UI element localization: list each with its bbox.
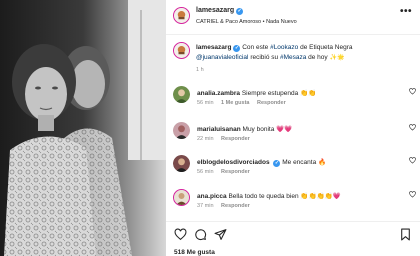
comment: marialuisanan Muy bonita 💗💗 22 min Respo… [166,122,420,152]
caption-text-4: de hoy [308,54,328,61]
caption-avatar[interactable] [173,42,190,59]
comment-bubble-icon[interactable] [194,228,207,241]
comment-likes[interactable]: 1 Me gusta [221,100,249,106]
likes-count[interactable]: 518 Me gusta [174,249,215,256]
post-image[interactable] [0,0,166,256]
caption-username[interactable]: lamesazarg [196,44,231,51]
reply-button[interactable]: Responder [221,169,250,175]
comment-text: Muy bonita 💗💗 [242,126,293,133]
caption-timestamp[interactable]: 1 h [196,67,204,73]
comment: ana.picca Bella todo te queda bien 👏👏👏👏💗… [166,189,420,219]
verified-badge-icon: ✓ [236,8,244,15]
comment-time[interactable]: 56 min [197,169,214,175]
commenter-avatar[interactable] [173,86,190,103]
caption-text: lamesazarg ✓ Con este #Lookazo de Etiquet… [196,43,406,63]
author-username[interactable]: lamesazarg ✓ [196,7,244,15]
comment-time[interactable]: 37 min [197,203,214,209]
verified-badge-icon: ✓ [233,45,241,52]
caption-text-3: recibió su [250,54,279,61]
reply-button[interactable]: Responder [221,203,250,209]
like-comment-heart-icon[interactable] [409,124,416,131]
post-panel: lamesazarg ✓ CATRIEL & Paco Amoroso • Nad… [166,0,420,256]
commenter-avatar[interactable] [173,122,190,139]
commenter-avatar[interactable] [173,155,190,172]
comment-username[interactable]: elblogdelosdivorciados [197,159,270,166]
like-comment-heart-icon[interactable] [409,88,416,95]
post-actions [166,221,420,247]
post-header: lamesazarg ✓ CATRIEL & Paco Amoroso • Nad… [166,0,420,35]
comment-text: Bella todo te queda bien 👏👏👏👏💗 [228,193,341,200]
like-comment-heart-icon[interactable] [409,157,416,164]
caption-emojis: ✨🌟 [329,55,345,61]
comment-username[interactable]: ana.picca [197,193,227,200]
comment-username[interactable]: marialuisanan [197,126,241,133]
more-options-button[interactable]: ••• [400,6,412,17]
comment-username[interactable]: analia.zambra [197,90,240,97]
hashtag-mesaza[interactable]: #Mesaza [280,54,306,61]
share-paper-plane-icon[interactable] [214,228,227,241]
commenter-avatar[interactable] [173,189,190,206]
save-bookmark-icon[interactable] [399,228,412,241]
comment-time[interactable]: 22 min [197,136,214,142]
comment-text: Me encanta 🔥 [282,159,327,166]
reply-button[interactable]: Responder [257,100,286,106]
mention-juanaviale[interactable]: @juanavialeoficial [196,54,249,61]
audio-track-link[interactable]: CATRIEL & Paco Amoroso • Nada Nuevo [196,19,297,25]
comment-time[interactable]: 56 min [197,100,214,106]
caption-text-2: de Etiqueta Negra [300,44,353,51]
comment-text: Siempre estupenda 👏👏 [241,90,317,97]
reply-button[interactable]: Responder [221,136,250,142]
like-comment-heart-icon[interactable] [409,191,416,198]
hashtag-lookazo[interactable]: #Lookazo [270,44,298,51]
author-username-text[interactable]: lamesazarg [196,7,234,14]
caption-text-1: Con este [242,44,269,51]
comment: elblogdelosdivorciados ✓ Me encanta 🔥 56… [166,155,420,185]
author-avatar[interactable] [173,7,190,24]
like-heart-icon[interactable] [174,228,187,241]
verified-badge-icon: ✓ [273,160,281,167]
comment: analia.zambra Siempre estupenda 👏👏 56 mi… [166,86,420,116]
